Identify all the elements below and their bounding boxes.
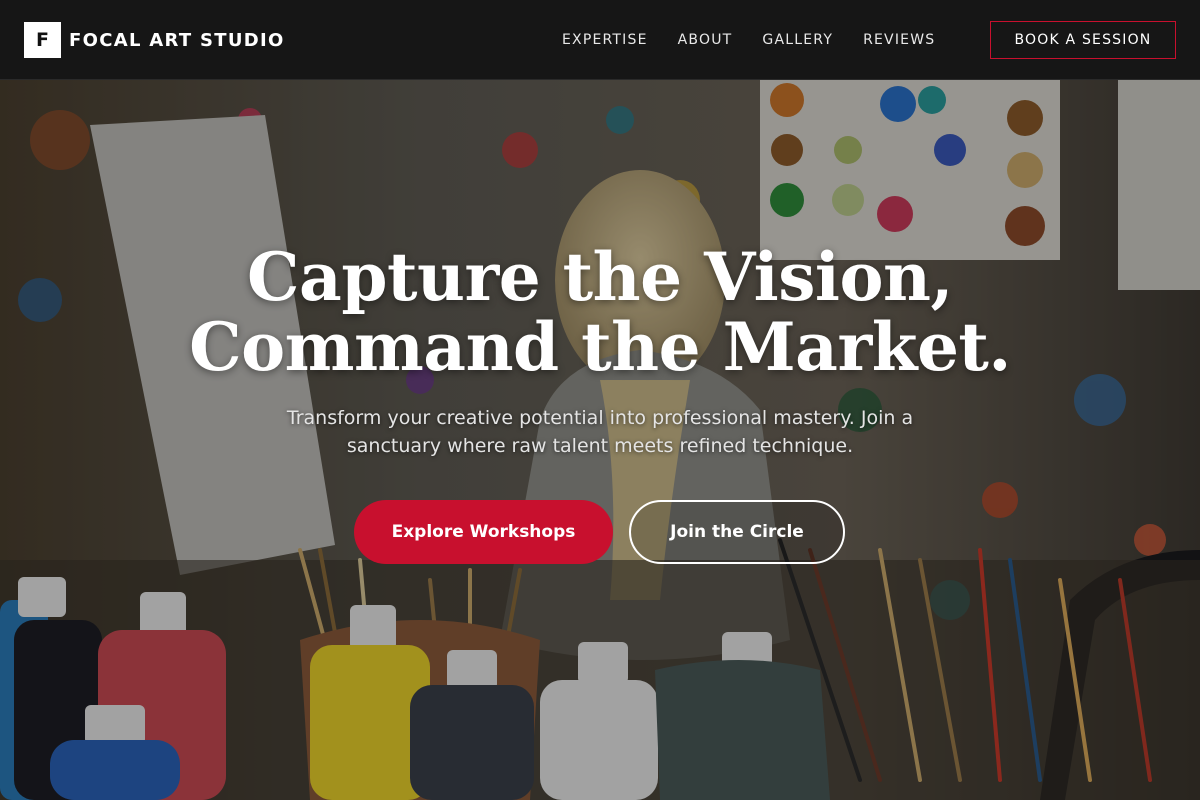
hero-title-line-2: Command the Market. [189,308,1011,386]
top-navigation: F FOCAL ART STUDIO EXPERTISE ABOUT GALLE… [0,0,1200,80]
nav-link-about[interactable]: ABOUT [678,32,733,48]
nav-link-gallery[interactable]: GALLERY [762,32,833,48]
logo-mark: F [24,22,61,58]
nav-link-expertise[interactable]: EXPERTISE [562,32,648,48]
hero-title: Capture the Vision, Command the Market. [0,242,1200,382]
brand-logo-link[interactable]: F FOCAL ART STUDIO [24,22,285,58]
brand-name: FOCAL ART STUDIO [69,29,285,51]
hero-section: Capture the Vision, Command the Market. … [0,80,1200,800]
nav-links: EXPERTISE ABOUT GALLERY REVIEWS [562,0,935,80]
hero-title-line-1: Capture the Vision, [247,238,953,316]
book-session-button[interactable]: BOOK A SESSION [990,21,1176,59]
join-the-circle-button[interactable]: Join the Circle [629,500,845,564]
nav-link-reviews[interactable]: REVIEWS [863,32,935,48]
explore-workshops-button[interactable]: Explore Workshops [354,500,613,564]
hero-subtitle: Transform your creative potential into p… [286,407,914,457]
